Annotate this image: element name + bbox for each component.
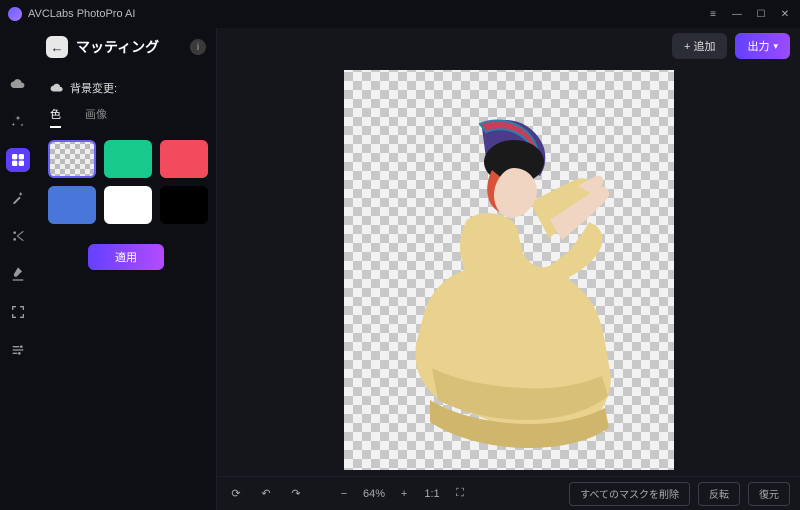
ratio-button[interactable]: 1:1 (423, 488, 441, 500)
tool-matting[interactable] (6, 148, 30, 172)
back-button[interactable]: ← (46, 36, 68, 58)
refresh-icon[interactable]: ⟳ (227, 487, 245, 500)
tool-cloud[interactable] (6, 72, 30, 96)
bg-change-label: 背景変更: (50, 80, 206, 96)
chevron-down-icon: ▾ (773, 41, 778, 52)
tab-image[interactable]: 画像 (85, 106, 107, 128)
swatch-green[interactable] (104, 140, 152, 178)
delete-all-masks-button[interactable]: すべてのマスクを削除 (569, 482, 690, 506)
undo-icon[interactable]: ↶ (257, 487, 275, 500)
app-title: AVCLabs PhotoPro AI (28, 8, 135, 20)
main-panel: + 追加 出力▾ (216, 28, 800, 510)
sidebar-title: マッティング (76, 37, 182, 57)
apply-button[interactable]: 適用 (88, 244, 164, 270)
app-logo (8, 7, 22, 21)
canvas[interactable] (344, 70, 674, 470)
tool-expand[interactable] (6, 300, 30, 324)
tool-magic-wand[interactable] (6, 186, 30, 210)
maximize-button[interactable]: ☐ (754, 7, 768, 21)
fit-screen-icon[interactable]: ⛶ (451, 487, 469, 500)
footer-bar: ⟳ ↶ ↷ − 64% + 1:1 ⛶ すべてのマスクを削除 反転 復元 (217, 476, 800, 510)
add-button[interactable]: + 追加 (672, 33, 727, 59)
tab-color[interactable]: 色 (50, 106, 61, 128)
zoom-level: 64% (363, 488, 385, 500)
swatch-blue[interactable] (48, 186, 96, 224)
tool-adjust[interactable] (6, 338, 30, 362)
zoom-in-button[interactable]: + (395, 488, 413, 500)
canvas-area[interactable] (217, 64, 800, 476)
tool-rail (0, 28, 36, 510)
zoom-out-button[interactable]: − (335, 488, 353, 500)
tool-sparkles[interactable] (6, 110, 30, 134)
close-button[interactable]: ✕ (778, 7, 792, 21)
minimize-button[interactable]: — (730, 7, 744, 21)
invert-button[interactable]: 反転 (698, 482, 740, 506)
subject-cutout (402, 118, 632, 463)
swatch-red[interactable] (160, 140, 208, 178)
swatch-grid (48, 140, 206, 224)
output-button[interactable]: 出力▾ (735, 33, 790, 59)
tool-scissors[interactable] (6, 224, 30, 248)
redo-icon[interactable]: ↷ (287, 487, 305, 500)
swatch-transparent[interactable] (48, 140, 96, 178)
swatch-black[interactable] (160, 186, 208, 224)
sidebar: ← マッティング i 背景変更: 色 画像 適用 (36, 28, 216, 510)
menu-icon[interactable]: ≡ (706, 7, 720, 21)
swatch-white[interactable] (104, 186, 152, 224)
info-icon[interactable]: i (190, 39, 206, 55)
restore-button[interactable]: 復元 (748, 482, 790, 506)
tool-paint[interactable] (6, 262, 30, 286)
